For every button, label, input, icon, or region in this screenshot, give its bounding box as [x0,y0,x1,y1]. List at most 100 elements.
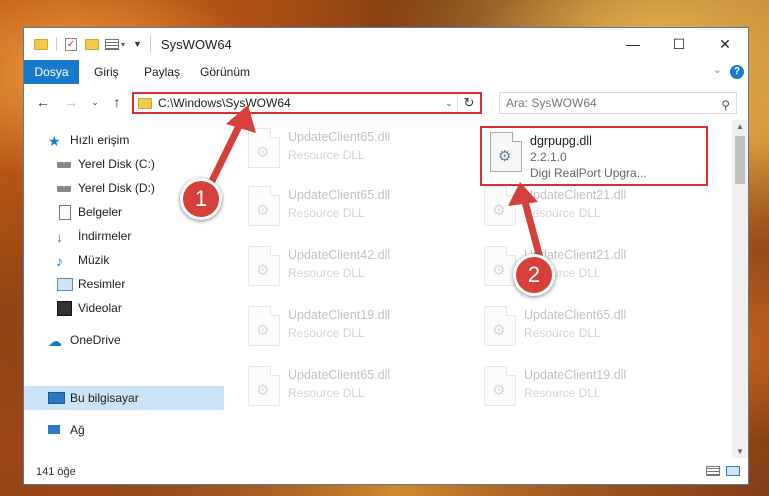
file-icon: ⚙ [484,306,516,346]
gear-icon: ⚙ [492,202,506,219]
sidebar-item-label: Videolar [78,301,122,315]
recent-locations-button[interactable]: ⌄ [86,93,104,111]
file-type: Resource DLL [288,206,365,220]
sidebar-item-music[interactable]: ♪ Müzik 📌 [24,248,248,272]
sidebar-item-downloads[interactable]: ↓ İndirmeler 📌 [24,224,248,248]
tab-file[interactable]: Dosya [24,60,79,84]
address-path[interactable]: C:\Windows\SysWOW64 [158,96,441,110]
gear-icon: ⚙ [256,262,270,279]
scroll-thumb[interactable] [735,136,745,184]
pictures-icon [56,277,73,291]
file-type: Resource DLL [524,206,601,220]
file-icon: ⚙ [484,366,516,406]
chevron-down-icon[interactable]: ⌄ [713,63,722,76]
sidebar-item-label: Hızlı erişim [70,133,130,147]
dropdown-arrow-icon[interactable]: ▼ [133,39,142,49]
properties-icon[interactable]: ✓ [65,37,77,51]
list-item[interactable]: ⚙ UpdateClient21.dll Resource DLL [480,184,680,234]
file-icon: ⚙ [248,186,280,226]
gear-icon: ⚙ [256,144,270,161]
network-icon [48,423,64,437]
chevron-down-icon[interactable]: ⌄ [441,98,457,109]
sidebar-item-label: OneDrive [70,333,121,347]
file-icon: ⚙ [248,366,280,406]
file-name: UpdateClient21.dll [524,188,627,202]
details-view-icon[interactable] [706,466,720,476]
file-name: UpdateClient65.dll [288,368,391,382]
sidebar-item-label: Yerel Disk (D:) [78,181,155,195]
gear-icon: ⚙ [498,148,512,165]
folder-icon [138,97,152,109]
sidebar-item-pictures[interactable]: Resimler 📌 [24,272,248,296]
sidebar-item-this-pc[interactable]: Bu bilgisayar [24,386,240,410]
quick-access-toolbar: ✓ ▾ ▼ [34,36,142,52]
scroll-up-arrow[interactable]: ▲ [732,122,748,131]
maximize-button[interactable]: ☐ [656,28,702,60]
file-name: UpdateClient65.dll [288,188,391,202]
chevron-down-icon[interactable]: ▾ [121,40,125,49]
folder-icon[interactable] [34,38,48,50]
list-item[interactable]: ⚙ UpdateClient65.dll Resource DLL [244,126,444,176]
sidebar-item-label: Bu bilgisayar [70,391,139,405]
file-type: Resource DLL [288,266,365,280]
callout-badge-1: 1 [180,178,222,220]
explorer-window: ✓ ▾ ▼ SysWOW64 — ☐ ✕ Dosya Giriş Paylaş … [23,27,749,485]
cloud-icon: ☁ [48,333,62,349]
help-icon[interactable]: ? [730,65,744,79]
gear-icon: ⚙ [492,262,506,279]
music-icon: ♪ [56,253,63,269]
tab-view[interactable]: Görünüm [190,60,260,84]
list-item[interactable]: ⚙ UpdateClient19.dll Resource DLL [480,364,680,414]
list-item[interactable]: ⚙ UpdateClient65.dll Resource DLL [244,364,444,414]
target-file-item[interactable]: ⚙ dgrpupg.dll 2.2.1.0 Digi RealPort Upgr… [486,130,686,180]
file-name: UpdateClient42.dll [288,248,391,262]
tab-share[interactable]: Paylaş [134,60,190,84]
file-type: Resource DLL [288,386,365,400]
file-icon: ⚙ [484,186,516,226]
list-item[interactable]: ⚙ UpdateClient42.dll Resource DLL [244,244,444,294]
navigation-bar: ← → ⌄ ↑ C:\Windows\SysWOW64 ⌄ ↻ Ara: Sys… [24,84,748,120]
file-icon: ⚙ [490,132,522,172]
download-icon: ↓ [56,229,63,245]
list-item[interactable]: ⚙ UpdateClient19.dll Resource DLL [244,304,444,354]
search-input[interactable]: Ara: SysWOW64 ⚲ [499,92,737,114]
file-name: UpdateClient19.dll [288,308,391,322]
file-list: ⚙ UpdateClient65.dll Resource DLL ⚙ Upda… [224,120,734,458]
close-button[interactable]: ✕ [702,28,748,60]
item-count: 141 öğe [36,466,76,478]
minimize-button[interactable]: — [610,28,656,60]
sidebar-item-label: İndirmeler [78,229,132,243]
back-button[interactable]: ← [34,93,52,111]
computer-icon [48,391,65,405]
refresh-button[interactable]: ↻ [457,94,480,112]
file-version: 2.2.1.0 [530,150,567,164]
video-icon [56,301,72,316]
sidebar-item-network[interactable]: Ağ [24,418,240,442]
list-item[interactable]: ⚙ UpdateClient21.dll Resource DLL [480,244,680,294]
file-icon: ⚙ [248,306,280,346]
tab-home[interactable]: Giriş [84,60,129,84]
address-bar[interactable]: C:\Windows\SysWOW64 ⌄ ↻ [132,92,482,114]
file-name: UpdateClient65.dll [524,308,627,322]
large-icons-view-icon[interactable] [726,466,740,476]
search-icon[interactable]: ⚲ [721,95,730,115]
new-folder-icon[interactable] [85,38,99,50]
sidebar-item-quick-access[interactable]: ★ Hızlı erişim [24,128,240,152]
customize-list-icon[interactable] [105,38,119,50]
scroll-down-arrow[interactable]: ▼ [732,447,748,456]
list-item[interactable]: ⚙ UpdateClient65.dll Resource DLL [244,184,444,234]
file-type: Resource DLL [288,148,365,162]
file-name: dgrpupg.dll [530,134,592,148]
up-button[interactable]: ↑ [108,93,126,111]
document-icon [56,205,72,220]
sidebar-item-onedrive[interactable]: ☁ OneDrive [24,328,240,352]
sidebar-item-videos[interactable]: Videolar 📌 [24,296,248,320]
forward-button[interactable]: → [62,93,80,111]
list-item[interactable]: ⚙ UpdateClient65.dll Resource DLL [480,304,680,354]
gear-icon: ⚙ [492,322,506,339]
sidebar-item-local-disk-c[interactable]: Yerel Disk (C:) 📌 [24,152,248,176]
vertical-scrollbar[interactable]: ▲ ▼ [732,120,748,458]
sidebar-item-label: Ağ [70,423,85,437]
file-type: Resource DLL [524,386,601,400]
window-title: SysWOW64 [161,37,232,52]
